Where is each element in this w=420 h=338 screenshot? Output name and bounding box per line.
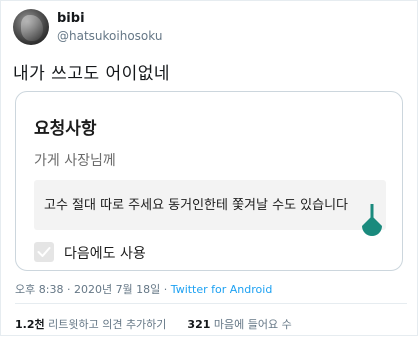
request-text-box: 고수 절대 따로 주세요 동거인한테 쫓겨날 수도 있습니다 bbox=[34, 180, 386, 230]
retweets-label: 리트윗하고 의견 추가하기 bbox=[48, 318, 167, 331]
tweet-source-link[interactable]: Twitter for Android bbox=[171, 283, 273, 296]
author-handle[interactable]: @hatsukoihosoku bbox=[57, 29, 162, 43]
avatar[interactable] bbox=[13, 9, 49, 45]
meta-separator: · bbox=[163, 283, 168, 296]
tweet-time[interactable]: 오후 8:38 bbox=[15, 283, 63, 296]
request-text: 고수 절대 따로 주세요 동거인한테 쫓겨날 수도 있습니다 bbox=[44, 198, 349, 213]
likes-count: 321 bbox=[187, 318, 211, 331]
tweet-stats: 1.2천 리트윗하고 의견 추가하기 321 마음에 들어요 수 bbox=[15, 316, 292, 332]
tweet-text: 내가 쓰고도 어이없네 bbox=[13, 64, 171, 84]
divider bbox=[15, 303, 407, 304]
author-display-name[interactable]: bibi bbox=[57, 11, 85, 26]
reuse-checkbox bbox=[34, 242, 54, 262]
likes-label: 마음에 들어요 수 bbox=[213, 318, 292, 331]
text-selection-handle-icon bbox=[362, 204, 382, 236]
tweet-date[interactable]: 2020년 7월 18일 bbox=[74, 283, 160, 296]
card-subtitle: 가게 사장님께 bbox=[34, 153, 116, 169]
likes-stat[interactable]: 321 마음에 들어요 수 bbox=[187, 318, 291, 331]
card-title: 요청사항 bbox=[34, 119, 97, 139]
meta-separator: · bbox=[66, 283, 71, 296]
tweet-container: bibi @hatsukoihosoku 내가 쓰고도 어이없네 요청사항 가게… bbox=[0, 0, 418, 336]
tweet-meta: 오후 8:38 · 2020년 7월 18일 · Twitter for And… bbox=[15, 281, 272, 297]
request-card-image[interactable]: 요청사항 가게 사장님께 고수 절대 따로 주세요 동거인한테 쫓겨날 수도 있… bbox=[15, 91, 403, 271]
checkmark-icon bbox=[37, 247, 51, 257]
retweets-stat[interactable]: 1.2천 리트윗하고 의견 추가하기 bbox=[15, 318, 170, 331]
reuse-checkbox-label: 다음에도 사용 bbox=[64, 246, 146, 262]
retweets-count: 1.2천 bbox=[15, 318, 45, 331]
